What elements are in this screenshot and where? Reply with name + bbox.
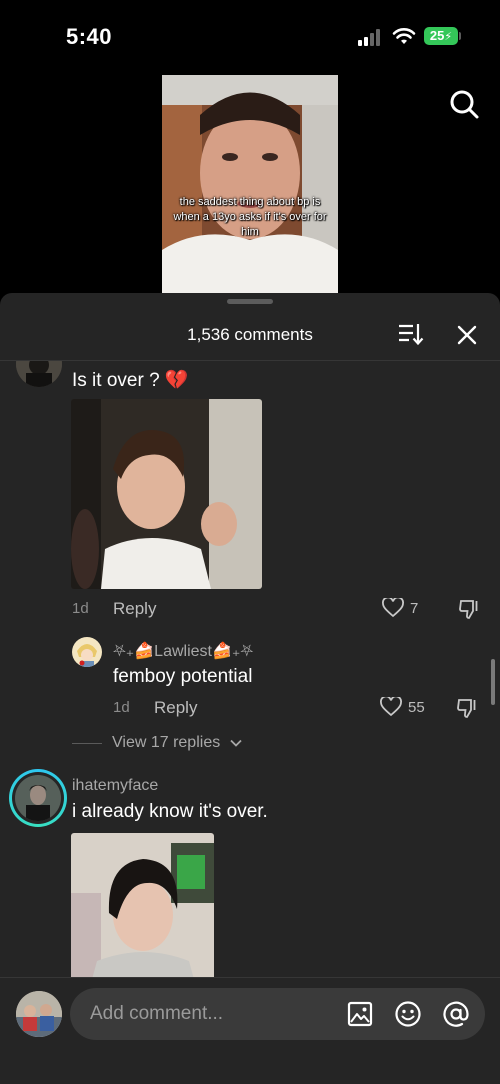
dislike-icon[interactable] bbox=[456, 697, 478, 719]
comment-photo[interactable] bbox=[71, 833, 214, 977]
search-icon[interactable] bbox=[448, 88, 480, 120]
like-count: 55 bbox=[408, 698, 425, 716]
avatar-image bbox=[15, 775, 61, 821]
view-replies-button[interactable]: View 17 replies bbox=[72, 734, 242, 752]
reply-button[interactable]: Reply bbox=[154, 698, 197, 718]
scrollbar[interactable] bbox=[491, 659, 495, 705]
comment-text: Is it over ? 💔 bbox=[72, 370, 189, 391]
comment-photo[interactable] bbox=[71, 399, 262, 589]
divider-line bbox=[72, 742, 102, 744]
video-caption: the saddest thing about bp is when a 13y… bbox=[173, 196, 327, 238]
like-count: 7 bbox=[410, 599, 419, 617]
emoji-icon[interactable] bbox=[394, 1000, 422, 1028]
video-frame-image bbox=[162, 75, 338, 293]
wifi-icon bbox=[392, 28, 416, 44]
status-bar: 5:40 25⚡ bbox=[0, 0, 500, 70]
heart-icon bbox=[380, 697, 402, 717]
avatar-image bbox=[16, 361, 62, 387]
chevron-down-icon bbox=[230, 739, 242, 747]
avatar-with-story-ring[interactable] bbox=[9, 769, 67, 827]
sort-icon[interactable] bbox=[398, 322, 424, 346]
comments-list[interactable]: Is it over ? 💔 1d Reply 7 ⛧₊🍰Lawliest🍰₊⛧… bbox=[0, 361, 500, 977]
comment-username[interactable]: ihatemyface bbox=[72, 777, 158, 795]
comment-photo-image bbox=[71, 833, 214, 977]
sheet-header: 1,536 comments bbox=[0, 307, 500, 361]
view-replies-label: View 17 replies bbox=[112, 734, 221, 751]
battery-tip bbox=[459, 32, 461, 40]
comment-text: i already know it's over. bbox=[72, 801, 268, 822]
battery-level: 25⚡ bbox=[424, 27, 458, 45]
avatar[interactable] bbox=[72, 637, 102, 667]
dislike-icon[interactable] bbox=[458, 598, 480, 620]
like-button[interactable]: 55 bbox=[380, 697, 425, 717]
comment-count: 1,536 comments bbox=[187, 325, 313, 344]
heart-icon bbox=[382, 598, 404, 618]
avatar-image bbox=[72, 637, 102, 667]
cellular-signal-icon bbox=[358, 28, 384, 46]
drag-handle[interactable] bbox=[227, 299, 273, 304]
like-button[interactable]: 7 bbox=[382, 598, 418, 618]
status-time: 5:40 bbox=[66, 24, 113, 49]
video-preview[interactable]: the saddest thing about bp is when a 13y… bbox=[162, 75, 338, 293]
comment-time: 1d bbox=[72, 600, 89, 617]
comments-sheet: 1,536 comments Is it over ? 💔 1d Reply 7… bbox=[0, 293, 500, 1084]
reply-time: 1d bbox=[113, 699, 130, 716]
reply-text: femboy potential bbox=[113, 666, 253, 687]
reply-username[interactable]: ⛧₊🍰Lawliest🍰₊⛧ bbox=[113, 641, 253, 661]
image-icon[interactable] bbox=[346, 1000, 374, 1028]
mention-icon[interactable] bbox=[442, 1000, 470, 1028]
avatar-image bbox=[16, 991, 62, 1037]
comment-input[interactable] bbox=[70, 988, 485, 1040]
my-avatar[interactable] bbox=[16, 991, 62, 1037]
comment-composer bbox=[0, 977, 500, 1084]
comment-photo-image bbox=[71, 399, 262, 589]
close-icon[interactable] bbox=[456, 324, 478, 346]
reply-button[interactable]: Reply bbox=[113, 599, 156, 619]
avatar[interactable] bbox=[16, 361, 62, 387]
